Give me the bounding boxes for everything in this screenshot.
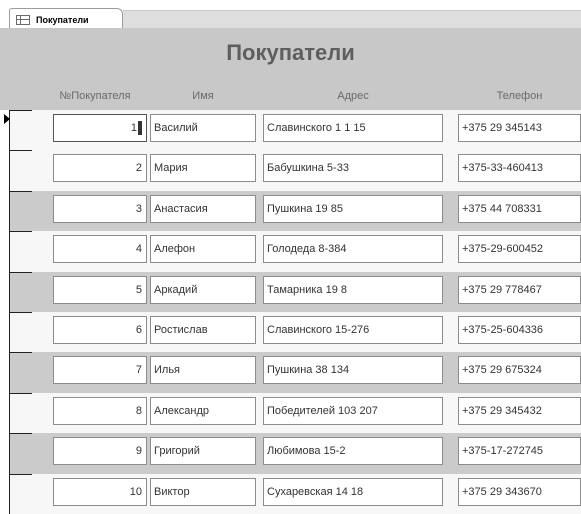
- address-field[interactable]: Славинского 1 1 15: [263, 114, 443, 142]
- name-field[interactable]: Виктор: [150, 477, 256, 506]
- row-separator: [10, 352, 32, 354]
- customer-number-field[interactable]: 3: [53, 194, 147, 223]
- name-field[interactable]: Григорий: [150, 437, 256, 466]
- record-row[interactable]: 3 Анастасия Пушкина 19 85 +375 44 708331: [10, 190, 581, 232]
- name-field[interactable]: Мария: [150, 154, 256, 183]
- name-field[interactable]: Аркадий: [150, 275, 256, 304]
- record-row[interactable]: 1 Василий Славинского 1 1 15 +375 29 345…: [10, 110, 581, 151]
- table-icon: [16, 14, 30, 25]
- record-row[interactable]: 6 Ростислав Славинского 15-276 +375-25-6…: [10, 311, 581, 353]
- address-field[interactable]: Бабушкина 5-33: [263, 154, 443, 183]
- phone-field[interactable]: +375-29-600452: [458, 235, 581, 264]
- customer-number-field[interactable]: 6: [53, 315, 147, 344]
- phone-field[interactable]: +375 29 343670: [458, 477, 581, 506]
- form-header: Покупатели №Покупателя Имя Адрес Телефон: [0, 28, 581, 110]
- customer-number-field[interactable]: 10: [53, 477, 147, 506]
- address-field[interactable]: Славинского 15-276: [263, 315, 443, 344]
- row-separator: [10, 433, 32, 435]
- phone-field[interactable]: +375 29 345143: [458, 114, 581, 142]
- address-field[interactable]: Победителей 103 207: [263, 396, 443, 425]
- row-separator: [10, 110, 32, 111]
- address-field[interactable]: Тамарника 19 8: [263, 275, 443, 304]
- row-separator: [10, 473, 32, 475]
- address-field[interactable]: Пушкина 19 85: [263, 194, 443, 223]
- customer-number-field[interactable]: 4: [53, 235, 147, 264]
- record-row[interactable]: 9 Григорий Любимова 15-2 +375-17-272745: [10, 433, 581, 474]
- phone-field[interactable]: +375-33-460413: [458, 154, 581, 183]
- form-title: Покупатели: [226, 40, 355, 65]
- customer-number-field[interactable]: 5: [53, 275, 147, 304]
- tab-pokupateli[interactable]: Покупатели: [9, 8, 123, 30]
- phone-field[interactable]: +375 29 675324: [458, 356, 581, 385]
- row-separator: [10, 311, 32, 313]
- address-field[interactable]: Сухаревская 14 18: [263, 477, 443, 506]
- record-row[interactable]: 4 Алефон Голодеда 8-384 +375-29-600452: [10, 231, 581, 272]
- customer-number-field[interactable]: 9: [53, 437, 147, 466]
- row-separator: [10, 190, 32, 192]
- address-field[interactable]: Пушкина 38 134: [263, 356, 443, 385]
- phone-field[interactable]: +375 29 345432: [458, 396, 581, 425]
- record-row[interactable]: 5 Аркадий Тамарника 19 8 +375 29 778467: [10, 271, 581, 312]
- document-tab-bar: Покупатели: [0, 0, 581, 30]
- phone-field[interactable]: +375-17-272745: [458, 437, 581, 466]
- name-field[interactable]: Василий: [150, 114, 256, 142]
- customer-number-field[interactable]: 7: [53, 356, 147, 385]
- row-separator: [10, 392, 32, 394]
- name-field[interactable]: Анастасия: [150, 194, 256, 223]
- column-header-number: №Покупателя: [59, 90, 131, 102]
- phone-field[interactable]: +375 29 778467: [458, 275, 581, 304]
- row-separator: [10, 271, 32, 273]
- name-field[interactable]: Илья: [150, 356, 256, 385]
- record-row[interactable]: 2 Мария Бабушкина 5-33 +375-33-460413: [10, 150, 581, 191]
- column-header-phone: Телефон: [496, 90, 543, 102]
- customer-number-field[interactable]: 8: [53, 396, 147, 425]
- tab-strip-background: [123, 10, 581, 29]
- name-field[interactable]: Александр: [150, 396, 256, 425]
- records-list: 1 Василий Славинского 1 1 15 +375 29 345…: [10, 110, 581, 514]
- customer-number-field[interactable]: 1: [53, 114, 147, 142]
- text-cursor: [138, 121, 142, 136]
- record-row[interactable]: 8 Александр Победителей 103 207 +375 29 …: [10, 392, 581, 434]
- phone-field[interactable]: +375 44 708331: [458, 194, 581, 223]
- customer-number-field[interactable]: 2: [53, 154, 147, 183]
- phone-field[interactable]: +375-25-604336: [458, 315, 581, 344]
- name-field[interactable]: Ростислав: [150, 315, 256, 344]
- name-field[interactable]: Алефон: [150, 235, 256, 264]
- record-row[interactable]: 10 Виктор Сухаревская 14 18 +375 29 3436…: [10, 473, 581, 514]
- row-separator: [10, 150, 32, 152]
- address-field[interactable]: Голодеда 8-384: [263, 235, 443, 264]
- column-header-name: Имя: [192, 90, 214, 102]
- address-field[interactable]: Любимова 15-2: [263, 437, 443, 466]
- column-header-address: Адрес: [337, 90, 369, 102]
- row-separator: [10, 231, 32, 233]
- record-row[interactable]: 7 Илья Пушкина 38 134 +375 29 675324: [10, 352, 581, 393]
- tab-label: Покупатели: [36, 14, 89, 25]
